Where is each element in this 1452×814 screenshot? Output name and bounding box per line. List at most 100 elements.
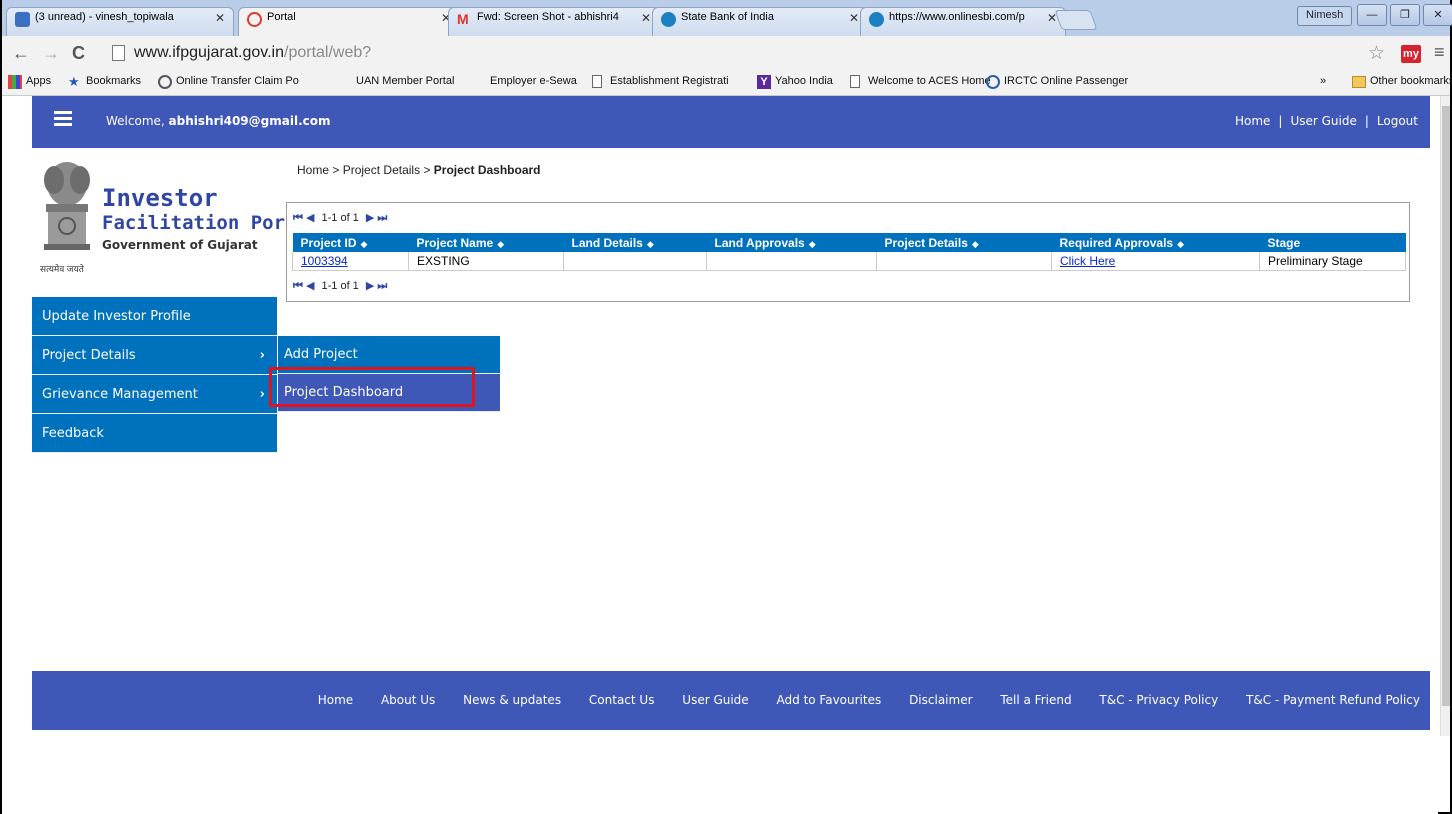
- header-logout-link[interactable]: Logout: [1377, 114, 1418, 128]
- national-emblem-icon: [44, 162, 90, 250]
- footer-link-disclaimer[interactable]: Disclaimer: [909, 693, 972, 707]
- column-header-required-approvals[interactable]: Required Approvals ◆: [1051, 233, 1260, 252]
- separator: |: [1364, 114, 1369, 128]
- footer-link-favourites[interactable]: Add to Favourites: [777, 693, 882, 707]
- portal-icon: [247, 12, 262, 27]
- bookmark-yahoo[interactable]: Y Yahoo India: [757, 75, 833, 89]
- first-page-icon[interactable]: ⏮: [293, 212, 303, 224]
- portal-logo[interactable]: Investor Facilitation Portal Government …: [36, 158, 319, 288]
- footer-link-home[interactable]: Home: [318, 693, 353, 707]
- side-menu-update-profile[interactable]: Update Investor Profile: [32, 297, 277, 336]
- welcome-text: Welcome, abhishri409@gmail.com: [106, 114, 331, 128]
- browser-tab-sbi[interactable]: State Bank of India ✕: [652, 7, 868, 36]
- blank-page-icon: [472, 75, 486, 89]
- side-menu-label: Feedback: [42, 426, 104, 441]
- next-page-icon[interactable]: ▶: [366, 212, 374, 224]
- bookmark-star-icon[interactable]: ☆: [1368, 42, 1385, 65]
- other-bookmarks[interactable]: Other bookmarks: [1352, 75, 1452, 88]
- footer-link-privacy[interactable]: T&C - Privacy Policy: [1099, 693, 1218, 707]
- sbi-icon: [661, 12, 676, 27]
- project-grid-panel: ⏮ ◀ 1-1 of 1 ▶ ⏭ Project ID ◆ Project Nam…: [286, 202, 1410, 302]
- forward-arrow-icon[interactable]: →: [42, 43, 60, 64]
- breadcrumb-home[interactable]: Home: [297, 163, 329, 177]
- next-page-icon[interactable]: ▶: [366, 280, 374, 292]
- breadcrumb-sep: >: [423, 163, 431, 177]
- profile-button[interactable]: Nimesh: [1297, 6, 1353, 26]
- column-header-project-id[interactable]: Project ID ◆: [292, 233, 409, 252]
- minimize-icon[interactable]: —: [1357, 4, 1387, 26]
- side-menu-grievance[interactable]: Grievance Management ›: [32, 375, 277, 414]
- bookmark-label: IRCTC Online Passenger: [1004, 75, 1129, 87]
- portal-footer: Home About Us News & updates Contact Us …: [32, 671, 1430, 730]
- browser-tab-onlinesbi[interactable]: https://www.onlinesbi.com/p ✕: [860, 7, 1066, 36]
- star-icon: ★: [68, 74, 80, 89]
- close-window-icon[interactable]: ✕: [1423, 4, 1452, 26]
- address-bar[interactable]: www.ifpgujarat.gov.in/portal/web?: [110, 41, 1340, 65]
- browser-toolbar: ← → C www.ifpgujarat.gov.in/portal/web? …: [2, 36, 1450, 70]
- close-tab-icon[interactable]: ✕: [215, 11, 225, 25]
- bookmark-bookmarks[interactable]: ★ Bookmarks: [68, 74, 141, 89]
- new-tab-button[interactable]: [1054, 10, 1098, 30]
- tab-label: Portal: [267, 11, 296, 23]
- page-count: 1-1 of 1: [321, 280, 359, 292]
- close-tab-icon[interactable]: ✕: [849, 11, 859, 25]
- footer-link-user-guide[interactable]: User Guide: [682, 693, 748, 707]
- breadcrumb-project-details[interactable]: Project Details: [343, 163, 420, 177]
- bookmark-online-transfer[interactable]: Online Transfer Claim Po: [158, 75, 299, 89]
- footer-link-tell-friend[interactable]: Tell a Friend: [1000, 693, 1071, 707]
- first-page-icon[interactable]: ⏮: [293, 280, 303, 292]
- restore-icon[interactable]: ❐: [1390, 4, 1420, 26]
- bookmark-apps[interactable]: Apps: [8, 75, 51, 89]
- reload-icon[interactable]: C: [72, 43, 85, 64]
- required-approvals-link[interactable]: Click Here: [1060, 254, 1115, 268]
- mail-icon: [15, 12, 30, 27]
- column-header-land-details[interactable]: Land Details ◆: [563, 233, 707, 252]
- table-header-row: Project ID ◆ Project Name ◆ Land Details ◆ …: [292, 233, 1406, 252]
- prev-page-icon[interactable]: ◀: [306, 280, 314, 292]
- close-tab-icon[interactable]: ✕: [641, 11, 651, 25]
- side-menu-project-details[interactable]: Project Details ›: [32, 336, 277, 375]
- last-page-icon[interactable]: ⏭: [377, 280, 387, 292]
- browser-tab-mail[interactable]: (3 unread) - vinesh_topiwala ✕: [6, 7, 234, 36]
- bookmark-employer-esewa[interactable]: Employer e-Sewa: [472, 75, 577, 87]
- sort-icon: ◆: [646, 239, 654, 249]
- footer-link-about[interactable]: About Us: [381, 693, 435, 707]
- bookmark-aces[interactable]: Welcome to ACES Home: [850, 75, 991, 88]
- hamburger-menu-icon[interactable]: [54, 111, 72, 127]
- footer-link-news[interactable]: News & updates: [463, 693, 561, 707]
- sort-icon: ◆: [497, 239, 505, 249]
- breadcrumb: Home > Project Details > Project Dashboa…: [297, 163, 541, 177]
- bookmark-uan[interactable]: UAN Member Portal: [338, 75, 454, 87]
- project-id-link[interactable]: 1003394: [301, 254, 348, 268]
- browser-tab-portal[interactable]: Portal ✕: [238, 7, 460, 37]
- column-label: Required Approvals: [1059, 236, 1174, 250]
- side-menu-feedback[interactable]: Feedback: [32, 414, 277, 453]
- chevron-right-icon: ›: [259, 348, 265, 363]
- last-page-icon[interactable]: ⏭: [377, 212, 387, 224]
- header-user-guide-link[interactable]: User Guide: [1290, 114, 1356, 128]
- breadcrumb-current: Project Dashboard: [433, 163, 541, 177]
- back-arrow-icon[interactable]: ←: [12, 43, 30, 64]
- bookmark-establishment[interactable]: Establishment Registrati: [592, 75, 729, 88]
- scrollbar-thumb[interactable]: [1442, 106, 1450, 706]
- browser-menu-icon[interactable]: ≡: [1434, 42, 1445, 63]
- column-header-land-approvals[interactable]: Land Approvals ◆: [706, 233, 877, 252]
- footer-link-contact[interactable]: Contact Us: [589, 693, 655, 707]
- column-label: Project ID: [300, 236, 357, 250]
- bookmark-irctc[interactable]: IRCTC Online Passenger: [986, 75, 1129, 89]
- footer-link-refund[interactable]: T&C - Payment Refund Policy: [1246, 693, 1420, 707]
- tab-label: State Bank of India: [681, 11, 774, 23]
- column-header-project-details[interactable]: Project Details ◆: [876, 233, 1052, 252]
- bookmarks-overflow-icon[interactable]: »: [1320, 75, 1326, 87]
- page-count: 1-1 of 1: [321, 212, 359, 224]
- header-home-link[interactable]: Home: [1235, 114, 1270, 128]
- browser-tab-gmail[interactable]: M Fwd: Screen Shot - abhishri4 ✕: [448, 7, 660, 36]
- column-label: Land Details: [571, 236, 643, 250]
- window-controls: — ❐ ✕: [1354, 4, 1452, 26]
- prev-page-icon[interactable]: ◀: [306, 212, 314, 224]
- column-label: Project Details: [884, 236, 968, 250]
- my-extension-icon[interactable]: my: [1401, 45, 1421, 63]
- page-scrollbar[interactable]: [1440, 96, 1450, 736]
- portal-page: Welcome, abhishri409@gmail.com Home | User…: [2, 96, 1438, 814]
- column-header-project-name[interactable]: Project Name ◆: [408, 233, 564, 252]
